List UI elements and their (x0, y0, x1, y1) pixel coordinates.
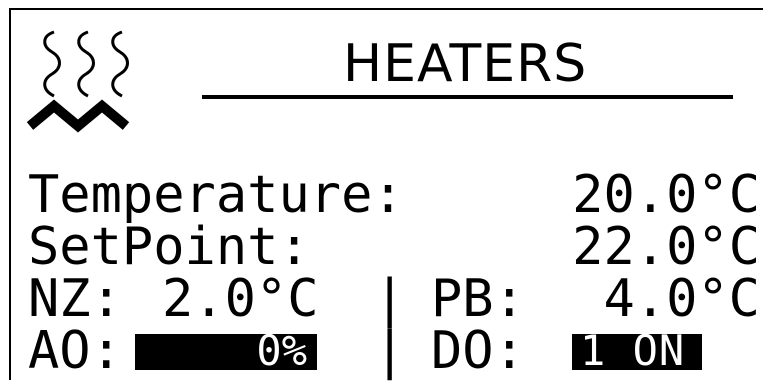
title-underline (202, 95, 733, 99)
pb-value: 4.0°C (603, 269, 760, 329)
ao-output-value: 0% (135, 330, 317, 372)
nz-label: NZ: (28, 269, 122, 329)
do-output-value: 1 ON (572, 330, 702, 372)
setpoint-value: 22.0°C (572, 217, 760, 277)
do-output-text: 1 ON (580, 326, 686, 375)
row-separator: | (374, 269, 406, 329)
row-separator: | (374, 321, 406, 381)
nz-value: 2.0°C (162, 269, 319, 329)
temperature-label: Temperature: (28, 165, 404, 225)
temperature-value: 20.0°C (572, 165, 760, 225)
hmi-screen: HEATERS Temperature: 20.0°C SetPoint: 22… (0, 0, 771, 389)
page-title: HEATERS (343, 34, 588, 94)
heater-icon (26, 30, 130, 133)
setpoint-label: SetPoint: (28, 217, 310, 277)
do-label: DO: (431, 321, 525, 381)
ao-output-text: 0% (256, 326, 307, 375)
ao-label: AO: (28, 321, 122, 381)
pb-label: PB: (431, 269, 525, 329)
